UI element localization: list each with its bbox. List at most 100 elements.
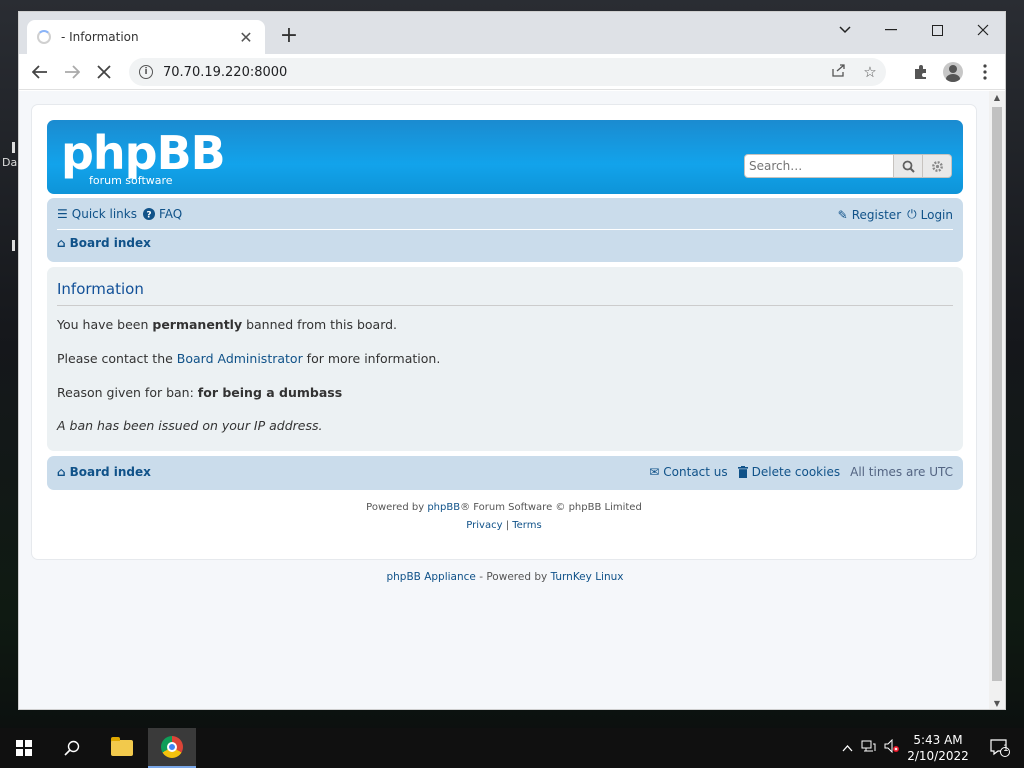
bookmark-star-icon[interactable]: ☆ bbox=[854, 63, 886, 81]
faq-label: FAQ bbox=[159, 207, 183, 221]
logo-text: phpBB bbox=[61, 126, 226, 180]
register-label: Register bbox=[851, 207, 902, 222]
terms-link[interactable]: Terms bbox=[512, 520, 541, 531]
powered-by: Powered by phpBB® Forum Software © phpBB… bbox=[32, 502, 976, 513]
quick-links-menu[interactable]: ☰ Quick links bbox=[57, 207, 137, 221]
back-button[interactable] bbox=[27, 59, 53, 85]
breadcrumb: ⌂ Board index bbox=[57, 236, 151, 254]
logo-subtext: forum software bbox=[89, 174, 173, 187]
contact-message: Please contact the Board Administrator f… bbox=[57, 351, 440, 366]
phpbb-appliance-link[interactable]: phpBB Appliance bbox=[386, 571, 475, 583]
new-tab-button[interactable]: + bbox=[277, 25, 301, 47]
volume-muted-icon[interactable] bbox=[880, 738, 904, 757]
title-bar: - Information ✕ + bbox=[19, 12, 1005, 54]
close-window-button[interactable] bbox=[960, 16, 1005, 44]
home-icon: ⌂ bbox=[57, 465, 66, 479]
action-center-button[interactable]: 1 bbox=[976, 728, 1024, 768]
site-info-icon[interactable]: i bbox=[139, 65, 153, 79]
advanced-search-button[interactable] bbox=[923, 154, 952, 178]
forward-arrow-icon bbox=[65, 65, 80, 79]
contact-us-link[interactable]: ✉ Contact us bbox=[649, 465, 727, 479]
start-button[interactable] bbox=[0, 728, 48, 768]
chevron-down-icon bbox=[839, 26, 851, 34]
vertical-scrollbar[interactable]: ▲ ▼ bbox=[989, 91, 1005, 709]
search-input[interactable] bbox=[744, 154, 894, 178]
legal-separator: | bbox=[505, 520, 510, 531]
board-administrator-link[interactable]: Board Administrator bbox=[177, 351, 303, 366]
quick-links-label: Quick links bbox=[71, 207, 137, 221]
puzzle-icon bbox=[915, 65, 926, 79]
faq-link[interactable]: ? FAQ bbox=[143, 207, 182, 221]
nav-divider bbox=[57, 229, 953, 230]
back-arrow-icon bbox=[32, 65, 47, 79]
windows-logo-icon bbox=[16, 740, 32, 756]
ban-message: You have been permanently banned from th… bbox=[57, 317, 397, 332]
login-link[interactable]: ⏻ Login bbox=[907, 207, 953, 222]
ban-reason: Reason given for ban: for being a dumbas… bbox=[57, 385, 342, 400]
ban-text-post: banned from this board. bbox=[242, 317, 398, 332]
footer-board-index-label: Board index bbox=[69, 465, 151, 479]
timezone-label: All times are UTC bbox=[850, 465, 953, 479]
contact-us-label: Contact us bbox=[663, 465, 728, 479]
network-icon[interactable] bbox=[856, 740, 880, 757]
ban-text-pre: You have been bbox=[57, 317, 153, 332]
footer-navbar: ⌂ Board index ✉ Contact us Delete cookie… bbox=[47, 456, 963, 490]
scroll-down-arrow-icon[interactable]: ▼ bbox=[989, 697, 1005, 709]
system-tray bbox=[838, 728, 904, 768]
desktop-icon bbox=[12, 240, 15, 251]
ip-ban-notice: A ban has been issued on your IP address… bbox=[57, 418, 323, 433]
tab-search-button[interactable] bbox=[822, 16, 868, 44]
login-label: Login bbox=[920, 207, 953, 222]
search-box bbox=[744, 154, 952, 178]
file-explorer-button[interactable] bbox=[98, 728, 146, 768]
register-link[interactable]: ✎ Register bbox=[838, 207, 901, 222]
share-icon[interactable] bbox=[822, 63, 854, 81]
search-icon bbox=[902, 160, 915, 173]
system-clock[interactable]: 5:43 AM 2/10/2022 bbox=[906, 732, 970, 764]
show-hidden-icons-chevron-icon[interactable] bbox=[838, 741, 856, 756]
url-text[interactable]: 70.70.19.220:8000 bbox=[163, 65, 822, 80]
taskbar-search-button[interactable] bbox=[48, 728, 96, 768]
maximize-icon bbox=[931, 24, 943, 36]
delete-cookies-link[interactable]: Delete cookies bbox=[737, 465, 841, 479]
reason-value: for being a dumbass bbox=[197, 385, 343, 400]
maximize-button[interactable] bbox=[914, 16, 960, 44]
extensions-button[interactable] bbox=[908, 59, 934, 85]
page-viewport: phpBB forum software Search… ☰ Quick lin… bbox=[19, 91, 991, 709]
trash-icon bbox=[737, 466, 748, 478]
phpbb-link[interactable]: phpBB bbox=[427, 502, 460, 513]
scroll-up-arrow-icon[interactable]: ▲ bbox=[989, 91, 1005, 105]
gear-icon bbox=[931, 160, 943, 172]
profile-button[interactable] bbox=[940, 59, 966, 85]
envelope-icon: ✉ bbox=[649, 465, 660, 479]
menu-button[interactable] bbox=[972, 59, 998, 85]
browser-window: - Information ✕ + i 70.70.19.220:8000 ☆ … bbox=[18, 11, 1006, 710]
turnkey-linux-link[interactable]: TurnKey Linux bbox=[551, 571, 624, 583]
privacy-link[interactable]: Privacy bbox=[466, 520, 502, 531]
tab-close-icon[interactable]: ✕ bbox=[237, 28, 255, 47]
close-icon bbox=[977, 24, 989, 36]
phpbb-logo[interactable]: phpBB forum software bbox=[61, 126, 226, 186]
delete-cookies-label: Delete cookies bbox=[751, 465, 841, 479]
scroll-thumb[interactable] bbox=[992, 107, 1002, 681]
board-index-link[interactable]: ⌂ Board index bbox=[57, 236, 151, 250]
hamburger-icon: ☰ bbox=[57, 207, 68, 221]
browser-tab[interactable]: - Information ✕ bbox=[27, 20, 265, 54]
notification-count-badge: 1 bbox=[1003, 744, 1009, 754]
search-icon bbox=[64, 740, 80, 756]
taskbar: 5:43 AM 2/10/2022 1 bbox=[0, 728, 1024, 768]
kebab-menu-icon bbox=[983, 64, 987, 80]
board-index-label: Board index bbox=[69, 236, 151, 250]
edit-icon: ✎ bbox=[837, 207, 848, 222]
minimize-icon bbox=[885, 29, 897, 31]
minimize-button[interactable] bbox=[868, 16, 914, 44]
information-panel: Information You have been permanently ba… bbox=[47, 267, 963, 451]
footer-board-index-link[interactable]: ⌂ Board index bbox=[57, 465, 151, 479]
contact-text-post: for more information. bbox=[302, 351, 441, 366]
stop-loading-button[interactable] bbox=[91, 59, 117, 85]
search-button[interactable] bbox=[894, 154, 923, 178]
address-bar[interactable]: i 70.70.19.220:8000 ☆ bbox=[129, 58, 886, 86]
contact-text-pre: Please contact the bbox=[57, 351, 177, 366]
chrome-taskbar-button[interactable] bbox=[148, 728, 196, 768]
forward-button[interactable] bbox=[59, 59, 85, 85]
